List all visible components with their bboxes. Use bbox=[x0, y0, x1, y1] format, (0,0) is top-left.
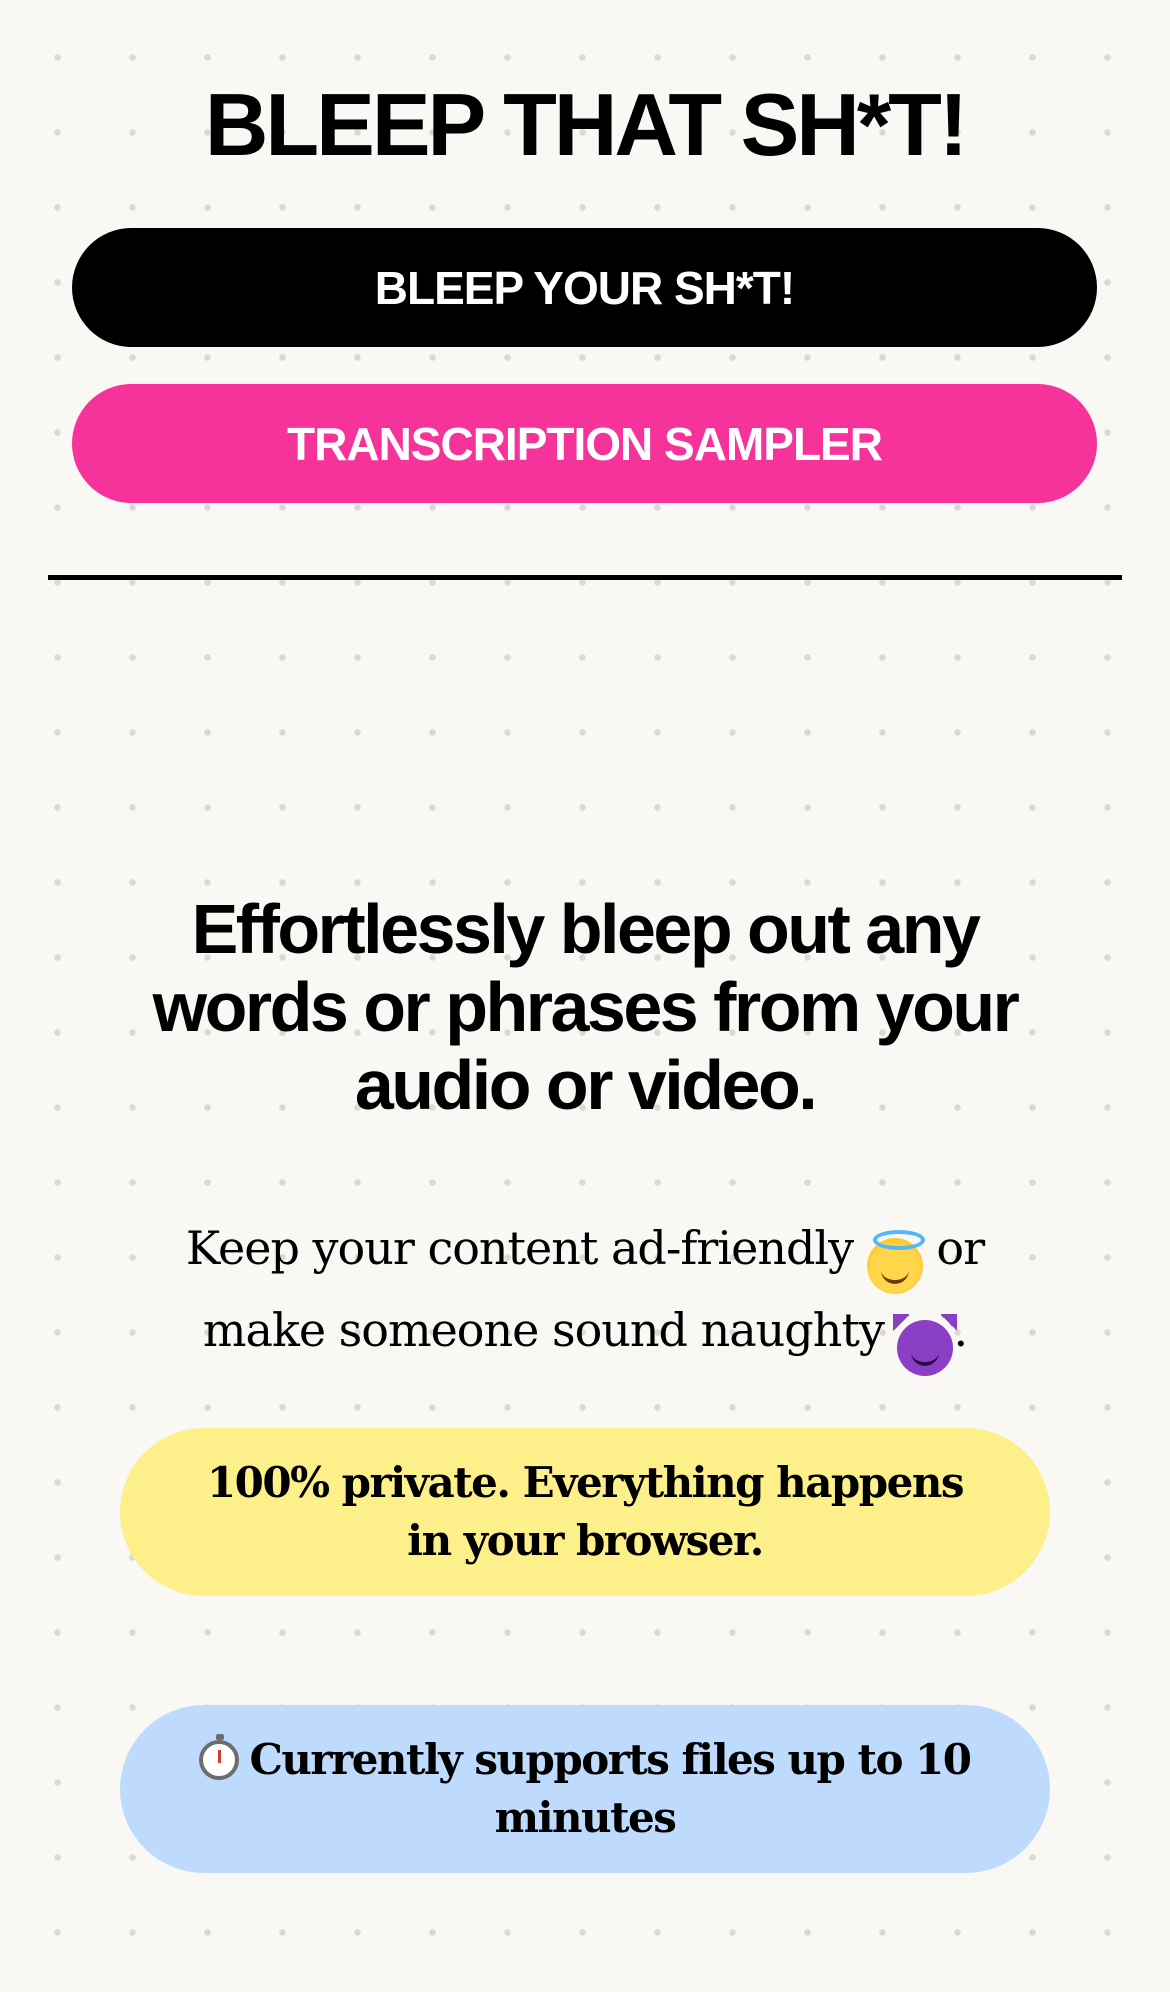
hero-headline: Effortlessly bleep out any words or phra… bbox=[152, 890, 1020, 1124]
bleep-your-sht-button[interactable]: BLEEP YOUR SH*T! bbox=[72, 228, 1097, 347]
stopwatch-icon bbox=[199, 1734, 240, 1780]
site-title: BLEEP THAT SH*T! bbox=[204, 75, 968, 174]
privacy-notice-text: 100% private. Everything happens in your… bbox=[206, 1458, 965, 1565]
file-limit-notice: Currently supports files up to 10 minute… bbox=[120, 1705, 1050, 1873]
hero-subline: Keep your content ad-friendly 😇 or make … bbox=[130, 1212, 1040, 1376]
file-limit-text: Currently supports files up to 10 minute… bbox=[249, 1735, 972, 1842]
subline-part-1: Keep your content ad-friendly bbox=[185, 1221, 854, 1275]
transcription-sampler-button[interactable]: TRANSCRIPTION SAMPLER bbox=[72, 384, 1097, 503]
privacy-notice: 100% private. Everything happens in your… bbox=[120, 1428, 1050, 1596]
smiling-face-with-horns-icon: 😈 bbox=[893, 1314, 958, 1376]
section-divider bbox=[48, 575, 1122, 580]
smiling-face-with-halo-icon: 😇 bbox=[866, 1230, 925, 1294]
